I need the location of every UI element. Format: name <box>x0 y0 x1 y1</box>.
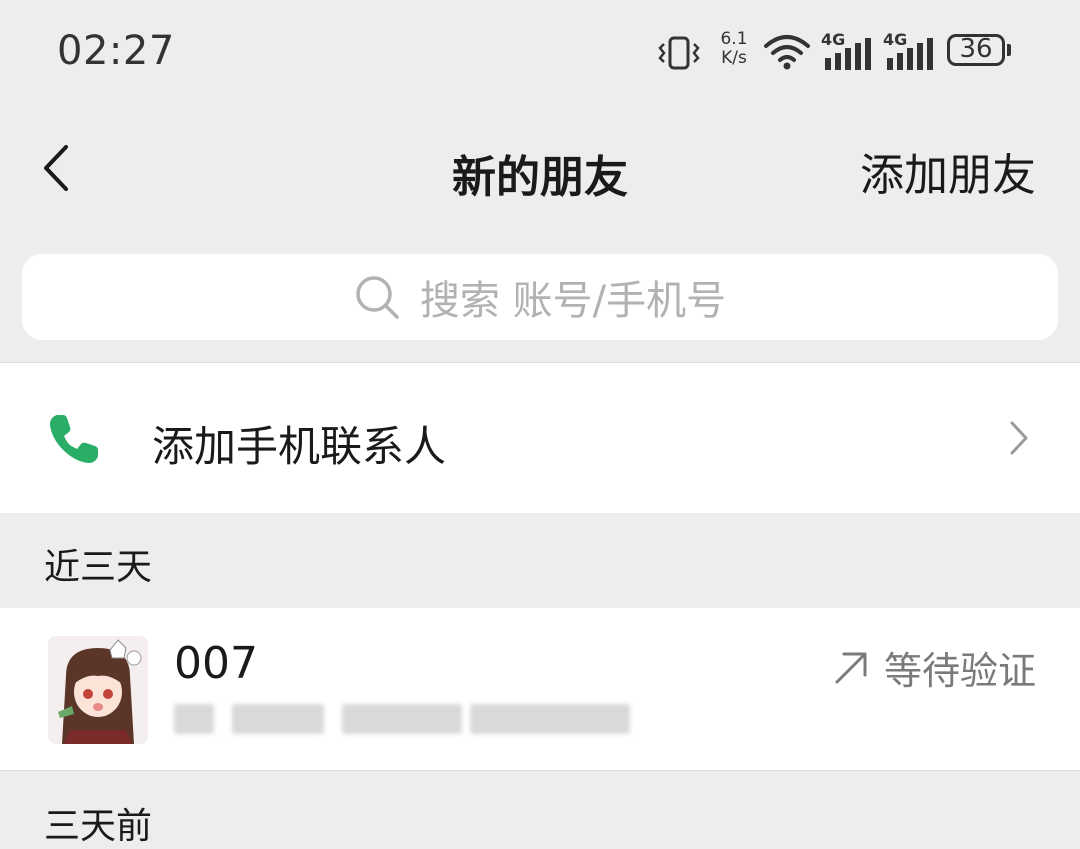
network-speed: 6.1 K/s <box>717 30 751 68</box>
status-label: 等待验证 <box>883 649 1036 693</box>
status-icons: 6.1 K/s 4G 4G 36 <box>655 28 1025 74</box>
request-status: 等待验证 <box>832 640 1036 695</box>
arrow-up-right-icon <box>835 652 867 683</box>
search-bar[interactable]: 搜索 账号/手机号 <box>22 254 1058 340</box>
add-phone-contacts-row[interactable]: 添加手机联系人 <box>0 363 1080 513</box>
friend-message-redacted <box>174 700 734 740</box>
battery-tip <box>1007 44 1011 56</box>
speed-value: 6.1 <box>720 29 748 49</box>
status-bar: 02:27 6.1 K/s 4G 4G 36 <box>0 0 1080 105</box>
phone-icon <box>50 415 98 463</box>
chevron-right-icon <box>1010 421 1028 455</box>
avatar[interactable] <box>48 636 148 744</box>
vibrate-icon <box>658 36 700 70</box>
add-friend-button[interactable]: 添加朋友 <box>860 139 1036 203</box>
wifi-icon <box>764 35 810 70</box>
nav-bar: 新的朋友 添加朋友 <box>0 105 1080 230</box>
signal-icon: 4G <box>883 30 935 70</box>
divider <box>0 770 1080 771</box>
signal-icon: 4G <box>821 30 873 70</box>
friend-name: 007 <box>174 638 258 689</box>
search-icon <box>356 276 399 319</box>
speed-unit: K/s <box>721 48 747 68</box>
add-phone-contacts-label: 添加手机联系人 <box>152 422 447 471</box>
section-header-older: 三天前 <box>44 806 153 847</box>
status-time: 02:27 <box>57 28 175 74</box>
battery-icon: 36 <box>947 34 1005 66</box>
battery-level: 36 <box>959 34 993 64</box>
friend-request-row[interactable]: 007 等待验证 <box>0 608 1080 770</box>
section-header-recent: 近三天 <box>44 547 153 588</box>
search-placeholder: 搜索 账号/手机号 <box>419 278 727 324</box>
